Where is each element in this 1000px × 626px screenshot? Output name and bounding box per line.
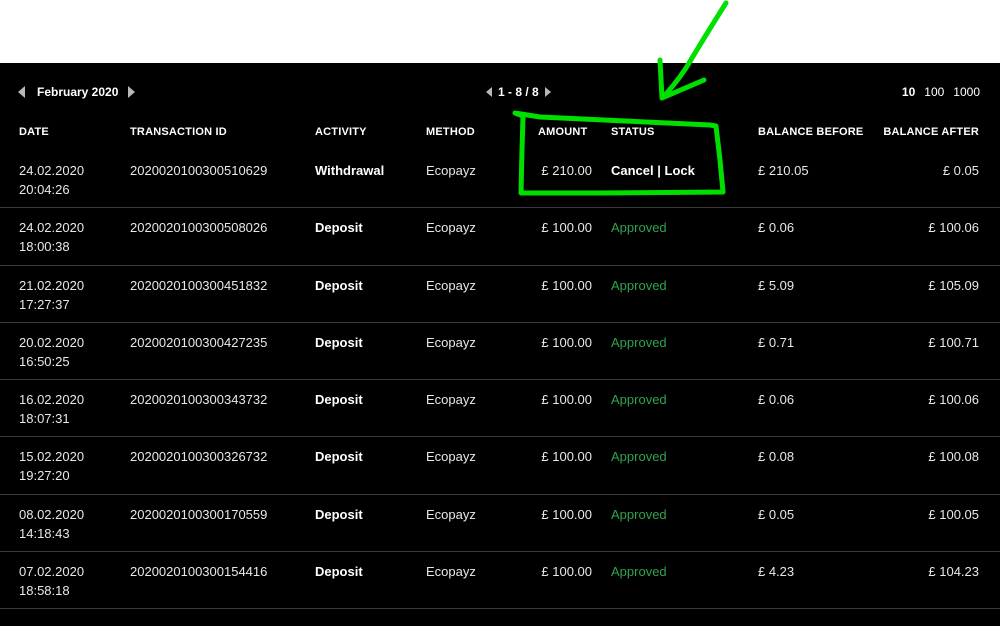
transaction-id-cell: 2020020100300427235 <box>130 334 268 350</box>
balance-after-cell: £ 100.06 <box>928 220 979 236</box>
page-size-100[interactable]: 100 <box>924 85 944 99</box>
activity-cell: Withdrawal <box>315 163 385 178</box>
method-cell: Ecopayz <box>426 392 476 408</box>
balance-before-cell: £ 0.71 <box>758 334 795 350</box>
balance-after-cell: £ 100.71 <box>928 334 979 350</box>
activity-cell: Deposit <box>315 392 363 408</box>
prev-page-icon[interactable] <box>486 87 492 97</box>
month-navigator: February 2020 <box>18 84 136 100</box>
date-cell: 21.02.2020 17:27:37 <box>19 277 85 312</box>
table-row: 24.02.2020 18:00:38 2020020100300508026 D… <box>0 208 1000 266</box>
transaction-id-cell: 2020020100300170559 <box>130 506 268 522</box>
page-size-1000[interactable]: 1000 <box>953 85 980 99</box>
column-date[interactable]: DATE <box>19 126 49 138</box>
transaction-id-cell: 2020020100300326732 <box>130 449 268 465</box>
table-row: 20.02.2020 16:50:25 2020020100300427235 D… <box>0 323 1000 381</box>
table-row: 21.02.2020 17:27:37 2020020100300451832 D… <box>0 266 1000 323</box>
balance-before-cell: £ 5.09 <box>758 277 795 293</box>
column-status[interactable]: STATUS <box>611 126 655 138</box>
status-cell: Approved <box>611 220 667 236</box>
amount-cell: £ 100.00 <box>541 506 592 522</box>
activity-cell: Deposit <box>315 506 363 522</box>
date-cell: 24.02.2020 20:04:26 <box>19 163 85 197</box>
status-cell: Approved <box>611 392 667 408</box>
table-body: 24.02.2020 20:04:26 2020020100300510629 W… <box>0 151 1000 610</box>
status-actions: Cancel | Lock <box>611 161 695 180</box>
status-cell: Approved <box>611 277 667 293</box>
status-cell: Approved <box>611 506 667 522</box>
pagination-label: 1 - 8 / 8 <box>498 85 539 99</box>
activity-cell: Deposit <box>315 334 363 350</box>
date-cell: 16.02.2020 18:07:31 <box>19 392 85 427</box>
activity-cell: Deposit <box>315 564 363 580</box>
balance-after-cell: £ 104.23 <box>928 564 979 580</box>
balance-before-cell: £ 4.23 <box>758 564 795 580</box>
transaction-id-cell: 2020020100300508026 <box>130 220 268 236</box>
column-activity[interactable]: ACTIVITY <box>315 126 367 138</box>
amount-cell: £ 210.00 <box>541 163 592 178</box>
transactions-panel: February 2020 1 - 8 / 8 10 100 1000 DATE… <box>0 63 1000 626</box>
balance-after-cell: £ 0.05 <box>942 163 979 178</box>
date-cell: 15.02.2020 19:27:20 <box>19 449 85 484</box>
column-balance-before[interactable]: BALANCE BEFORE <box>758 126 863 138</box>
column-amount[interactable]: AMOUNT <box>538 126 587 138</box>
month-label: February 2020 <box>37 85 119 99</box>
balance-after-cell: £ 100.06 <box>928 392 979 408</box>
balance-after-cell: £ 100.05 <box>928 506 979 522</box>
balance-before-cell: £ 0.08 <box>758 449 795 465</box>
status-cell: Approved <box>611 334 667 350</box>
column-balance-after[interactable]: BALANCE AFTER <box>883 126 979 138</box>
pagination: 1 - 8 / 8 <box>486 84 551 100</box>
column-method[interactable]: METHOD <box>426 126 475 138</box>
balance-after-cell: £ 105.09 <box>928 277 979 293</box>
transaction-id-cell: 2020020100300451832 <box>130 277 268 293</box>
toolbar: February 2020 1 - 8 / 8 10 100 1000 <box>0 63 1000 119</box>
balance-before-cell: £ 0.06 <box>758 392 795 408</box>
cancel-button[interactable]: Cancel <box>611 163 654 178</box>
table-row: 24.02.2020 20:04:26 2020020100300510629 W… <box>0 151 1000 209</box>
method-cell: Ecopayz <box>426 564 476 580</box>
transaction-id-cell: 2020020100300343732 <box>130 392 268 408</box>
balance-after-cell: £ 100.08 <box>928 449 979 465</box>
date-cell: 07.02.2020 18:58:18 <box>19 564 85 599</box>
table-header: DATE TRANSACTION ID ACTIVITY METHOD AMOU… <box>0 126 1000 146</box>
table-row: 07.02.2020 18:58:18 2020020100300154416 D… <box>0 552 1000 610</box>
method-cell: Ecopayz <box>426 277 476 293</box>
amount-cell: £ 100.00 <box>541 277 592 293</box>
amount-cell: £ 100.00 <box>541 334 592 350</box>
date-cell: 24.02.2020 18:00:38 <box>19 220 85 255</box>
amount-cell: £ 100.00 <box>541 449 592 465</box>
balance-before-cell: £ 0.06 <box>758 220 795 236</box>
next-month-icon[interactable] <box>128 86 136 98</box>
date-cell: 20.02.2020 16:50:25 <box>19 334 85 369</box>
prev-month-icon[interactable] <box>18 86 25 98</box>
balance-before-cell: £ 0.05 <box>758 506 795 522</box>
column-transaction-id[interactable]: TRANSACTION ID <box>130 126 227 138</box>
status-cell: Approved <box>611 449 667 465</box>
method-cell: Ecopayz <box>426 220 476 236</box>
transaction-id-cell: 2020020100300154416 <box>130 564 268 580</box>
page-size-10[interactable]: 10 <box>902 85 915 99</box>
balance-before-cell: £ 210.05 <box>758 163 809 178</box>
page-size-selector: 10 100 1000 <box>902 84 980 100</box>
table-row: 16.02.2020 18:07:31 2020020100300343732 D… <box>0 380 1000 438</box>
transaction-id-cell: 2020020100300510629 <box>130 163 268 178</box>
method-cell: Ecopayz <box>426 163 476 178</box>
method-cell: Ecopayz <box>426 449 476 465</box>
activity-cell: Deposit <box>315 220 363 236</box>
status-separator: | <box>653 163 665 178</box>
table-row: 15.02.2020 19:27:20 2020020100300326732 D… <box>0 437 1000 495</box>
method-cell: Ecopayz <box>426 334 476 350</box>
table-row: 08.02.2020 14:18:43 2020020100300170559 D… <box>0 495 1000 553</box>
amount-cell: £ 100.00 <box>541 392 592 408</box>
amount-cell: £ 100.00 <box>541 564 592 580</box>
lock-button[interactable]: Lock <box>665 163 695 178</box>
amount-cell: £ 100.00 <box>541 220 592 236</box>
method-cell: Ecopayz <box>426 506 476 522</box>
activity-cell: Deposit <box>315 277 363 293</box>
status-cell: Approved <box>611 564 667 580</box>
next-page-icon[interactable] <box>544 87 551 97</box>
date-cell: 08.02.2020 14:18:43 <box>19 506 85 541</box>
activity-cell: Deposit <box>315 449 363 465</box>
